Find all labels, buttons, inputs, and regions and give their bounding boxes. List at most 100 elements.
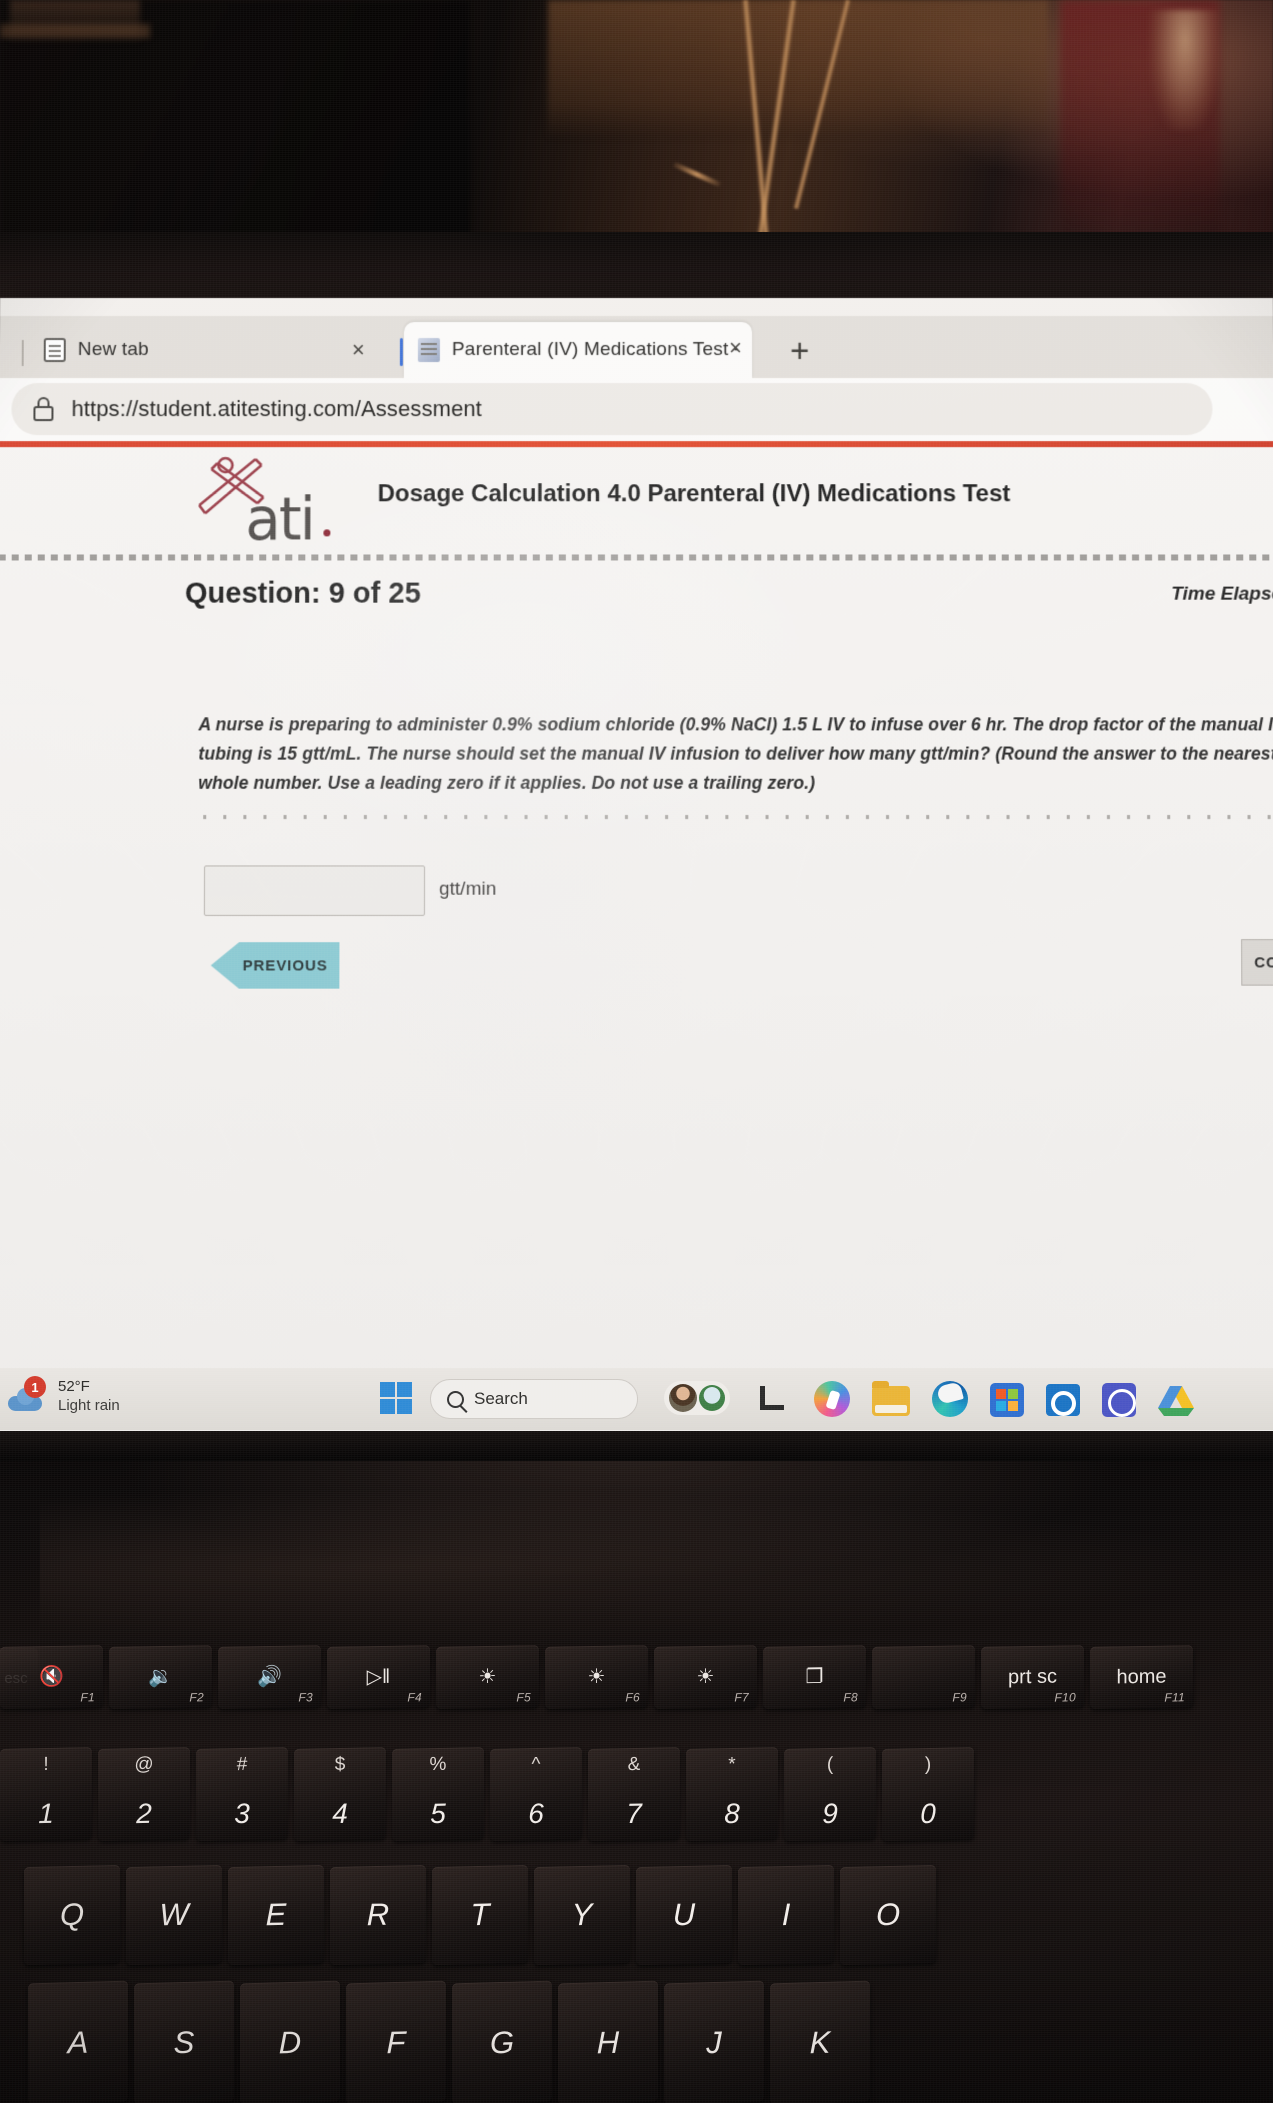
outlook-icon[interactable] [1046, 1384, 1080, 1416]
key-shift-symbol: ) [924, 1753, 932, 1776]
key-2[interactable]: @2 [98, 1747, 190, 1841]
answer-input[interactable] [203, 865, 426, 916]
key-1[interactable]: ! 1 [0, 1747, 92, 1841]
key-brightness-up[interactable]: ☀ F7 [654, 1645, 757, 1709]
microsoft-store-icon[interactable] [990, 1382, 1024, 1417]
browser-tab-ati-test[interactable]: Parenteral (IV) Medications Test - [403, 322, 753, 379]
timer-label: Time Elapsed [1171, 583, 1273, 605]
notification-badge: 1 [24, 1376, 46, 1398]
key-primary-label: 4 [332, 1797, 348, 1830]
key-project-display[interactable]: ❐ F8 [763, 1645, 866, 1709]
page-title: Dosage Calculation 4.0 Parenteral (IV) M… [377, 480, 1011, 508]
weather-widget[interactable]: 1 52°F Light rain [8, 1376, 120, 1418]
teams-icon[interactable] [1102, 1382, 1136, 1417]
key-volume-down[interactable]: 🔉 F2 [109, 1645, 212, 1709]
volume-up-icon: 🔊 [257, 1665, 282, 1689]
question-header-row: Question: 9 of 25 Time Elapsed [0, 578, 1273, 628]
key-primary-label: D [278, 2024, 302, 2060]
new-tab-button[interactable]: + [790, 332, 809, 370]
previous-button[interactable]: PREVIOUS [211, 942, 340, 988]
edge-icon[interactable] [932, 1381, 968, 1417]
file-explorer-icon[interactable] [872, 1380, 910, 1416]
key-play-pause[interactable]: ▷‖ F4 [327, 1645, 430, 1709]
windows-taskbar: 1 52°F Light rain Search [0, 1368, 1273, 1430]
copilot-icon[interactable] [814, 1381, 850, 1417]
key-fn-label: F5 [516, 1690, 531, 1705]
url-text: https://student.atitesting.com/Assessmen… [71, 396, 482, 422]
key-8[interactable]: * 8 [686, 1747, 778, 1841]
weather-icon: 1 [8, 1376, 50, 1418]
key-u[interactable]: U [636, 1864, 732, 1966]
key-t[interactable]: T [432, 1864, 528, 1966]
key-fn-label: F3 [298, 1690, 313, 1705]
laptop-photo: New tab × Parenteral (IV) Medications Te… [0, 0, 1273, 2103]
key-shift-symbol: # [236, 1753, 248, 1776]
browser-tab-strip: New tab × Parenteral (IV) Medications Te… [0, 315, 1273, 379]
key-fn-label: F6 [625, 1690, 640, 1705]
close-icon[interactable]: × [729, 335, 742, 361]
taskbar-search[interactable]: Search [430, 1379, 638, 1419]
key-shift-symbol: ! [43, 1753, 49, 1776]
keyboard-qwerty-row: Q WERTYUIO [24, 1864, 936, 1966]
key-s[interactable]: S [134, 1980, 234, 2103]
key-3[interactable]: #3 [196, 1747, 288, 1841]
key-fn-label: F8 [843, 1690, 858, 1705]
key-0[interactable]: ) 0 [882, 1747, 974, 1841]
windows-start-button[interactable] [380, 1382, 414, 1416]
key-fn-label: F7 [734, 1690, 749, 1705]
tab-label: Parenteral (IV) Medications Test - [451, 339, 739, 361]
task-view-icon[interactable] [752, 1378, 792, 1418]
key-home[interactable]: home F11 [1090, 1645, 1193, 1709]
key-primary-label: 9 [822, 1797, 838, 1830]
key-primary-label: J [706, 2024, 722, 2060]
user-avatar[interactable] [664, 1381, 730, 1415]
page-icon [43, 338, 66, 363]
key-g[interactable]: G [452, 1980, 552, 2103]
key-i[interactable]: I [738, 1864, 834, 1966]
key-mute[interactable]: 🔇 F1 [0, 1645, 103, 1709]
key-4[interactable]: $4 [294, 1747, 386, 1841]
url-omnibox[interactable]: https://student.atitesting.com/Assessmen… [11, 383, 1213, 436]
key-shift-symbol: @ [134, 1753, 154, 1776]
close-icon[interactable]: × [352, 337, 365, 363]
key-q[interactable]: Q [24, 1864, 120, 1966]
key-brightness-down[interactable]: ☀ F6 [545, 1645, 648, 1709]
key-f[interactable]: F [346, 1980, 446, 2103]
key-shift-symbol: & [627, 1753, 641, 1776]
room-figure [1150, 10, 1220, 130]
key-k[interactable]: K [770, 1980, 870, 2103]
ati-header: ati Dosage Calculation 4.0 Parenteral (I… [0, 447, 1273, 557]
browser-tab-new-tab[interactable]: New tab [29, 322, 380, 379]
key-keyboard-backlight[interactable]: ☀ F5 [436, 1645, 539, 1709]
continue-button[interactable]: CO [1241, 939, 1273, 986]
key-5[interactable]: % 5 [392, 1747, 484, 1841]
key-f9[interactable]: F9 [872, 1645, 975, 1709]
key-7[interactable]: & 7 [588, 1747, 680, 1841]
key-w[interactable]: W [126, 1864, 222, 1966]
key-h[interactable]: H [558, 1980, 658, 2103]
key-volume-up[interactable]: 🔊 F3 [218, 1645, 321, 1709]
key-shift-symbol: ^ [531, 1753, 541, 1776]
ati-logo: ati [195, 455, 331, 553]
key-print-screen[interactable]: prt sc F10 [981, 1645, 1084, 1709]
answer-row: gtt/min [0, 865, 1273, 922]
key-6[interactable]: ^ 6 [490, 1747, 582, 1841]
laptop-hinge [0, 1431, 1273, 1461]
key-d[interactable]: D [240, 1980, 340, 2103]
project-display-icon: ❐ [805, 1665, 824, 1689]
key-r[interactable]: R [330, 1864, 426, 1966]
key-j[interactable]: J [664, 1980, 764, 2103]
room-wall [548, 0, 1048, 138]
key-a[interactable]: A [28, 1980, 128, 2103]
key-fn-label: F2 [189, 1690, 204, 1705]
key-primary-label: Q [59, 1896, 85, 1933]
brightness-up-icon: ☀ [696, 1665, 715, 1689]
weather-temperature: 52°F [58, 1378, 90, 1396]
key-e[interactable]: E [228, 1864, 324, 1966]
search-label: Search [474, 1389, 528, 1408]
key-y[interactable]: Y [534, 1864, 630, 1966]
key-primary-label: 5 [430, 1797, 446, 1830]
google-drive-icon[interactable] [1158, 1384, 1194, 1416]
key-9[interactable]: (9 [784, 1747, 876, 1841]
key-o[interactable]: O [840, 1864, 936, 1966]
